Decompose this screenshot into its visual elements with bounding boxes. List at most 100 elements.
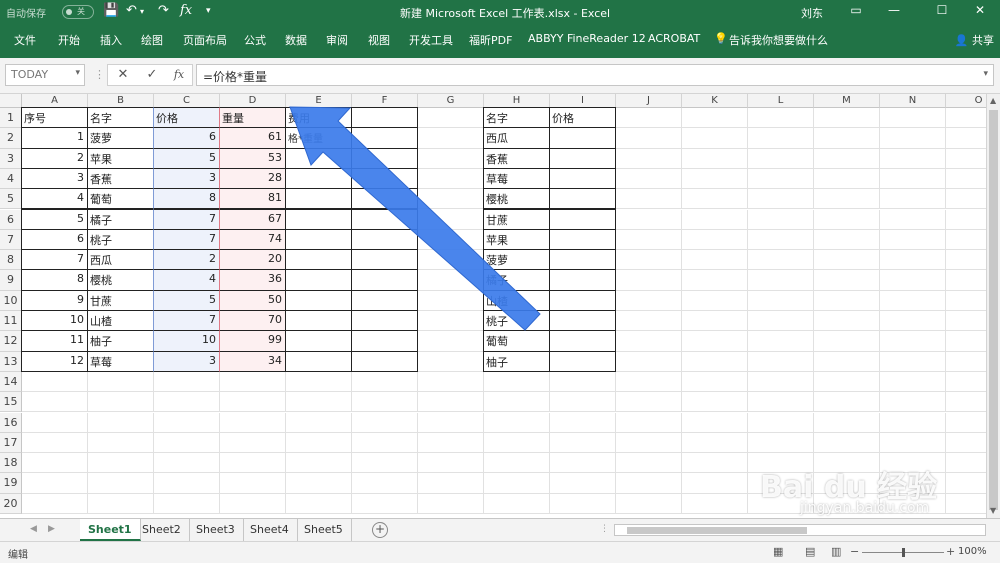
undo-dropdown-icon[interactable]: ▾ — [140, 7, 144, 16]
grid-cell[interactable] — [22, 493, 88, 514]
table1-header-cell[interactable]: 价格 — [153, 107, 220, 129]
grid-cell[interactable] — [682, 189, 748, 210]
table1-cell[interactable]: 8 — [21, 269, 88, 291]
fx-icon[interactable]: fx — [180, 3, 192, 18]
grid-cell[interactable] — [88, 453, 154, 474]
table1-cell[interactable]: 甘蔗 — [87, 289, 154, 311]
grid-cell[interactable] — [616, 168, 682, 190]
row-header-20[interactable]: 20 — [0, 493, 22, 514]
tab-formulas[interactable]: 公式 — [244, 32, 266, 48]
table2-empty-cell[interactable] — [549, 310, 616, 332]
column-header-m[interactable]: M — [814, 94, 880, 108]
chevron-down-icon[interactable]: ▾ — [75, 68, 80, 78]
column-header-e[interactable]: E — [286, 94, 352, 108]
row-header-18[interactable]: 18 — [0, 453, 22, 474]
table2-empty-cell[interactable] — [549, 330, 616, 352]
grid-cell[interactable] — [616, 229, 682, 251]
grid-cell[interactable] — [616, 311, 682, 332]
table1-cell[interactable]: 7 — [153, 208, 220, 230]
grid-cell[interactable] — [418, 493, 484, 514]
table1-fee-cell[interactable]: 格*重量 — [285, 127, 352, 149]
column-header-g[interactable]: G — [418, 94, 484, 108]
grid-cell[interactable] — [748, 250, 814, 271]
row-header-3[interactable]: 3 — [0, 148, 22, 169]
grid-cell[interactable] — [748, 412, 814, 433]
grid-cell[interactable] — [748, 270, 814, 291]
grid-cell[interactable] — [484, 453, 550, 474]
grid-cell[interactable] — [946, 311, 986, 332]
column-header-n[interactable]: N — [880, 94, 946, 108]
table2-empty-cell[interactable] — [549, 167, 616, 190]
grid-cell[interactable] — [880, 209, 946, 230]
grid-cell[interactable] — [748, 148, 814, 169]
table2-cell[interactable]: 甘蔗 — [483, 208, 550, 230]
grid-cell[interactable] — [22, 371, 88, 393]
grid-cell[interactable] — [418, 290, 484, 311]
insert-function-icon[interactable]: fx — [166, 64, 192, 86]
grid-cell[interactable] — [880, 311, 946, 332]
grid-cell[interactable] — [418, 229, 484, 251]
table1-empty-cell[interactable] — [351, 127, 418, 149]
table1-cell[interactable]: 桃子 — [87, 228, 154, 251]
grid-cell[interactable] — [946, 149, 986, 169]
column-header-c[interactable]: C — [154, 94, 220, 108]
row-header-8[interactable]: 8 — [0, 250, 22, 271]
grid-cell[interactable] — [352, 392, 418, 413]
share-button[interactable]: 👤 共享 — [955, 32, 994, 48]
table1-cell[interactable]: 山楂 — [87, 310, 154, 332]
grid-cell[interactable] — [418, 250, 484, 271]
table2-empty-cell[interactable] — [549, 127, 616, 149]
table1-header-cell[interactable]: 序号 — [21, 107, 88, 129]
table1-cell[interactable]: 9 — [21, 289, 88, 311]
table1-cell[interactable]: 7 — [21, 249, 88, 271]
grid-cell[interactable] — [484, 432, 550, 454]
grid-cell[interactable] — [946, 392, 986, 413]
row-header-2[interactable]: 2 — [0, 128, 22, 149]
grid-cell[interactable] — [550, 371, 616, 393]
table1-cell[interactable]: 20 — [219, 249, 286, 271]
grid-cell[interactable] — [748, 331, 814, 352]
table1-cell[interactable]: 3 — [153, 167, 220, 190]
grid-cell[interactable] — [946, 372, 986, 393]
user-name[interactable]: 刘东 — [801, 5, 823, 21]
table1-fee-cell[interactable] — [285, 147, 352, 169]
table1-cell[interactable]: 葡萄 — [87, 188, 154, 210]
table1-empty-cell[interactable] — [351, 310, 418, 332]
grid-cell[interactable] — [418, 148, 484, 169]
grid-cell[interactable] — [946, 270, 986, 291]
table2-cell[interactable]: 草莓 — [483, 167, 550, 190]
grid-cell[interactable] — [748, 128, 814, 149]
grid-cell[interactable] — [220, 432, 286, 454]
grid-cell[interactable] — [682, 290, 748, 311]
column-header-o[interactable]: O — [946, 94, 986, 108]
grid-cell[interactable] — [616, 412, 682, 433]
sheet-tab-2[interactable]: Sheet2 — [134, 519, 190, 541]
grid-cell[interactable] — [748, 168, 814, 190]
cancel-icon[interactable]: ✕ — [110, 64, 136, 86]
grid-cell[interactable] — [88, 392, 154, 413]
grid-cell[interactable] — [484, 392, 550, 413]
table2-cell[interactable]: 菠萝 — [483, 249, 550, 271]
row-header-12[interactable]: 12 — [0, 331, 22, 352]
table1-cell[interactable]: 36 — [219, 269, 286, 291]
name-box[interactable]: TODAY ▾ — [5, 64, 85, 86]
table2-empty-cell[interactable] — [549, 289, 616, 311]
grid-cell[interactable] — [946, 189, 986, 210]
row-header-13[interactable]: 13 — [0, 351, 22, 372]
grid-cell[interactable] — [418, 371, 484, 393]
table1-cell[interactable]: 12 — [21, 350, 88, 372]
grid-cell[interactable] — [220, 453, 286, 474]
grid-cell[interactable] — [682, 453, 748, 474]
grid-cell[interactable] — [880, 229, 946, 251]
grid-cell[interactable] — [616, 290, 682, 311]
table1-empty-cell[interactable] — [351, 330, 418, 352]
row-header-19[interactable]: 19 — [0, 473, 22, 494]
grid-cell[interactable] — [550, 473, 616, 494]
table1-cell[interactable]: 柚子 — [87, 330, 154, 352]
tab-draw[interactable]: 绘图 — [141, 32, 163, 48]
grid-cell[interactable] — [880, 189, 946, 210]
grid-cell[interactable] — [814, 250, 880, 271]
table1-empty-cell[interactable] — [351, 249, 418, 271]
grid-cell[interactable] — [616, 270, 682, 291]
grid-cell[interactable] — [88, 493, 154, 514]
